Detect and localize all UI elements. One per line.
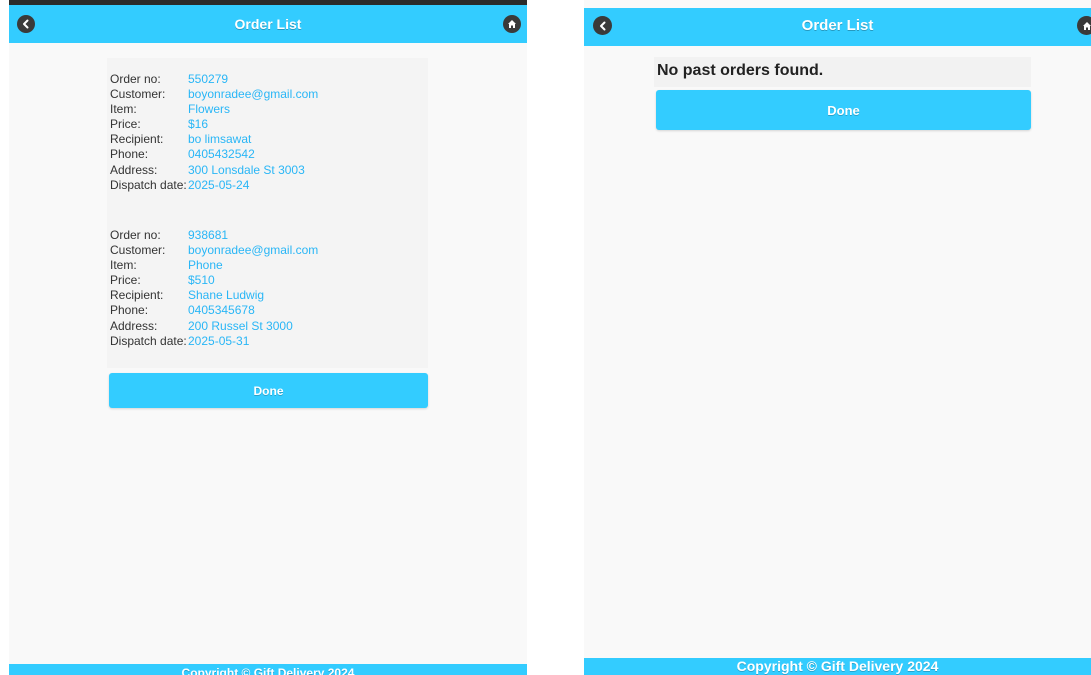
empty-state-message: No past orders found. (657, 62, 824, 79)
address-label: Address: (110, 318, 158, 333)
address-value: 300 Lonsdale St 3003 (188, 162, 305, 177)
dispatch-date-label: Dispatch date: (110, 177, 187, 192)
dispatch-date-value: 2025-05-24 (188, 177, 250, 192)
price-label: Price: (110, 117, 141, 132)
phone-value: 0405432542 (188, 147, 255, 162)
price-label: Price: (110, 273, 141, 288)
customer-label: Customer: (110, 243, 166, 258)
recipient-value: Shane Ludwig (188, 288, 265, 303)
order-item: Order no: 550279 Customer: boyonradee@gmai… (110, 72, 318, 193)
order-no-label: Order no: (110, 228, 161, 242)
done-button[interactable]: Done (656, 90, 1031, 130)
customer-value: boyonradee@gmail.com (188, 87, 319, 102)
item-label: Item: (110, 258, 137, 273)
page-title: Order List (234, 16, 302, 32)
customer-label: Customer: (110, 87, 166, 102)
footer-copyright: Copyright © Gift Delivery 2024 (9, 664, 527, 675)
item-value: Phone (188, 258, 223, 273)
order-no-label: Order no: (110, 72, 161, 86)
phone-value: 0405345678 (188, 303, 255, 318)
order-list-screen-right: Order List No past orders found. Done Co… (584, 0, 1091, 675)
dispatch-date-value: 2025-05-31 (188, 333, 250, 348)
home-icon[interactable] (1077, 16, 1091, 35)
done-button[interactable]: Done (109, 373, 428, 408)
recipient-value: bo limsawat (188, 132, 252, 147)
header-bar: Order List (9, 5, 527, 43)
customer-value: boyonradee@gmail.com (188, 243, 319, 258)
dispatch-date-label: Dispatch date: (110, 333, 187, 348)
home-icon[interactable] (503, 15, 521, 33)
item-value: Flowers (188, 102, 231, 117)
item-label: Item: (110, 102, 137, 117)
footer-copyright: Copyright © Gift Delivery 2024 (584, 658, 1091, 675)
order-item: Order no: 938681 Customer: boyonradee@gmai… (110, 228, 318, 349)
phone-label: Phone: (110, 303, 149, 318)
recipient-label: Recipient: (110, 288, 164, 303)
page-title: Order List (801, 17, 874, 34)
order-no-value: 938681 (188, 228, 229, 242)
price-value: $510 (188, 273, 215, 288)
header-bar: Order List (584, 8, 1091, 46)
phone-label: Phone: (110, 147, 149, 162)
price-value: $16 (188, 117, 209, 132)
order-list-screen-left: Order List Order no: 550279 Customer: boyo… (9, 0, 527, 675)
recipient-label: Recipient: (110, 132, 164, 147)
address-label: Address: (110, 162, 158, 177)
address-value: 200 Russel St 3000 (188, 318, 293, 333)
order-no-value: 550279 (188, 72, 229, 86)
